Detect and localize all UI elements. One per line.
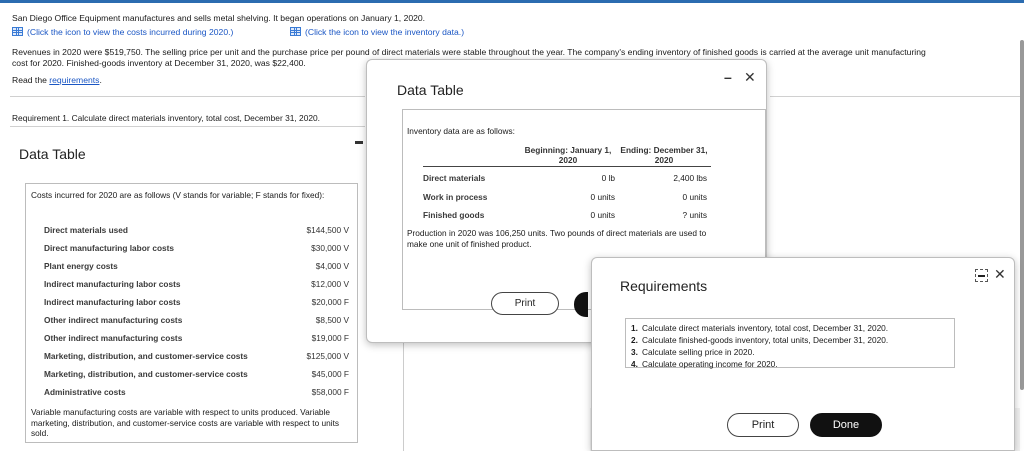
table-row: Marketing, distribution, and customer-se…: [44, 351, 349, 365]
cost-label: Direct manufacturing labor costs: [44, 243, 175, 253]
row-label: Finished goods: [423, 210, 485, 220]
cost-label: Other indirect manufacturing costs: [44, 315, 183, 325]
cost-amount: $19,000 F: [311, 333, 349, 343]
divider: [10, 96, 365, 97]
cost-amount: $20,000 F: [311, 297, 349, 307]
cost-amount: $30,000 V: [311, 243, 349, 253]
item-text: Calculate direct materials inventory, to…: [642, 323, 889, 333]
table-row: Marketing, distribution, and customer-se…: [44, 369, 349, 383]
cost-label: Marketing, distribution, and customer-se…: [44, 369, 248, 379]
costs-data-link[interactable]: (Click the icon to view the costs incurr…: [12, 27, 233, 37]
list-item: 1. Calculate direct materials inventory, …: [631, 322, 949, 334]
inventory-intro: Inventory data are as follows:: [407, 126, 515, 136]
divider: [770, 96, 1020, 97]
cost-amount: $45,000 F: [311, 369, 349, 379]
row-label: Work in process: [423, 192, 488, 202]
cost-label: Administrative costs: [44, 387, 126, 397]
requirement-1-text: Requirement 1. Calculate direct material…: [12, 113, 321, 123]
read-requirements-line: Read the requirements.: [12, 75, 102, 85]
close-button[interactable]: ✕: [744, 69, 756, 86]
item-number: 2.: [631, 335, 638, 345]
row-end-value: ? units: [682, 210, 707, 220]
print-button[interactable]: Print: [727, 413, 799, 437]
table-row: Indirect manufacturing labor costs $12,00…: [44, 279, 349, 293]
read-suffix: .: [99, 75, 102, 85]
item-text: Calculate operating income for 2020.: [642, 359, 778, 369]
item-number: 4.: [631, 359, 638, 369]
row-label: Direct materials: [423, 173, 486, 183]
read-prefix: Read the: [12, 75, 47, 85]
cost-label: Indirect manufacturing labor costs: [44, 279, 181, 289]
inventory-dialog-title: Data Table: [397, 82, 464, 98]
minimize-button[interactable]: [975, 269, 988, 282]
inventory-link-text: (Click the icon to view the inventory da…: [305, 27, 465, 37]
table-icon: [12, 27, 23, 36]
costs-panel-title: Data Table: [19, 146, 86, 162]
list-item: 4. Calculate operating income for 2020.: [631, 358, 949, 370]
cost-amount: $4,000 V: [315, 261, 349, 271]
cost-label: Direct materials used: [44, 225, 128, 235]
table-row: Other indirect manufacturing costs $8,500…: [44, 315, 349, 329]
revenue-text-line2: cost for 2020. Finished-goods inventory …: [12, 58, 306, 68]
minimize-bar: [355, 141, 363, 144]
header-rule: [423, 166, 711, 167]
done-button-partial[interactable]: [574, 292, 588, 317]
row-begin-value: 0 units: [590, 210, 615, 220]
row-end-value: 2,400 lbs: [673, 173, 707, 183]
costs-footnote: Variable manufacturing costs are variabl…: [31, 407, 340, 438]
cost-amount: $8,500 V: [315, 315, 349, 325]
background-panel: [403, 342, 593, 451]
print-button[interactable]: Print: [491, 292, 559, 315]
revenue-text-line1: Revenues in 2020 were $519,750. The sell…: [12, 47, 926, 57]
costs-link-text: (Click the icon to view the costs incurr…: [27, 27, 234, 37]
table-row: Administrative costs $58,000 F: [44, 387, 349, 401]
item-text: Calculate selling price in 2020.: [642, 347, 755, 357]
divider: [10, 126, 365, 127]
minimize-button[interactable]: –: [724, 69, 732, 85]
table-row: Direct manufacturing labor costs $30,000 …: [44, 243, 349, 257]
done-button[interactable]: Done: [810, 413, 882, 437]
cost-label: Plant energy costs: [44, 261, 118, 271]
page-scrollbar[interactable]: [1020, 40, 1024, 390]
requirements-link[interactable]: requirements: [49, 75, 99, 85]
column-header-beginning: Beginning: January 1, 2020: [524, 145, 612, 165]
top-accent-bar: [0, 0, 1024, 3]
table-row: Direct materials used $144,500 V: [44, 225, 349, 239]
cost-amount: $58,000 F: [311, 387, 349, 397]
cost-label: Indirect manufacturing labor costs: [44, 297, 181, 307]
row-begin-value: 0 units: [590, 192, 615, 202]
column-header-ending: Ending: December 31, 2020: [620, 145, 708, 165]
table-row: Indirect manufacturing labor costs $20,00…: [44, 297, 349, 311]
production-note: Production in 2020 was 106,250 units. Tw…: [407, 228, 707, 249]
list-item: 2. Calculate finished-goods inventory, to…: [631, 334, 949, 346]
cost-amount: $144,500 V: [306, 225, 349, 235]
list-item: 3. Calculate selling price in 2020.: [631, 346, 949, 358]
item-text: Calculate finished-goods inventory, tota…: [642, 335, 889, 345]
costs-intro: Costs incurred for 2020 are as follows (…: [31, 190, 325, 200]
row-end-value: 0 units: [682, 192, 707, 202]
table-icon: [290, 27, 301, 36]
table-row: Plant energy costs $4,000 V: [44, 261, 349, 275]
cost-amount: $125,000 V: [306, 351, 349, 361]
table-row: Other indirect manufacturing costs $19,00…: [44, 333, 349, 347]
row-begin-value: 0 lb: [601, 173, 615, 183]
problem-intro: San Diego Office Equipment manufactures …: [12, 13, 426, 23]
inventory-data-link[interactable]: (Click the icon to view the inventory da…: [290, 27, 464, 37]
requirements-dialog-title: Requirements: [620, 278, 708, 294]
cost-label: Marketing, distribution, and customer-se…: [44, 351, 248, 361]
item-number: 1.: [631, 323, 638, 333]
costs-table: Costs incurred for 2020 are as follows (…: [25, 183, 358, 443]
cost-amount: $12,000 V: [311, 279, 349, 289]
item-number: 3.: [631, 347, 638, 357]
cost-label: Other indirect manufacturing costs: [44, 333, 183, 343]
requirements-dialog: Requirements ✕ 1. Calculate direct materi…: [591, 257, 1015, 451]
close-button[interactable]: ✕: [994, 266, 1006, 283]
requirements-list: 1. Calculate direct materials inventory, …: [625, 318, 955, 370]
